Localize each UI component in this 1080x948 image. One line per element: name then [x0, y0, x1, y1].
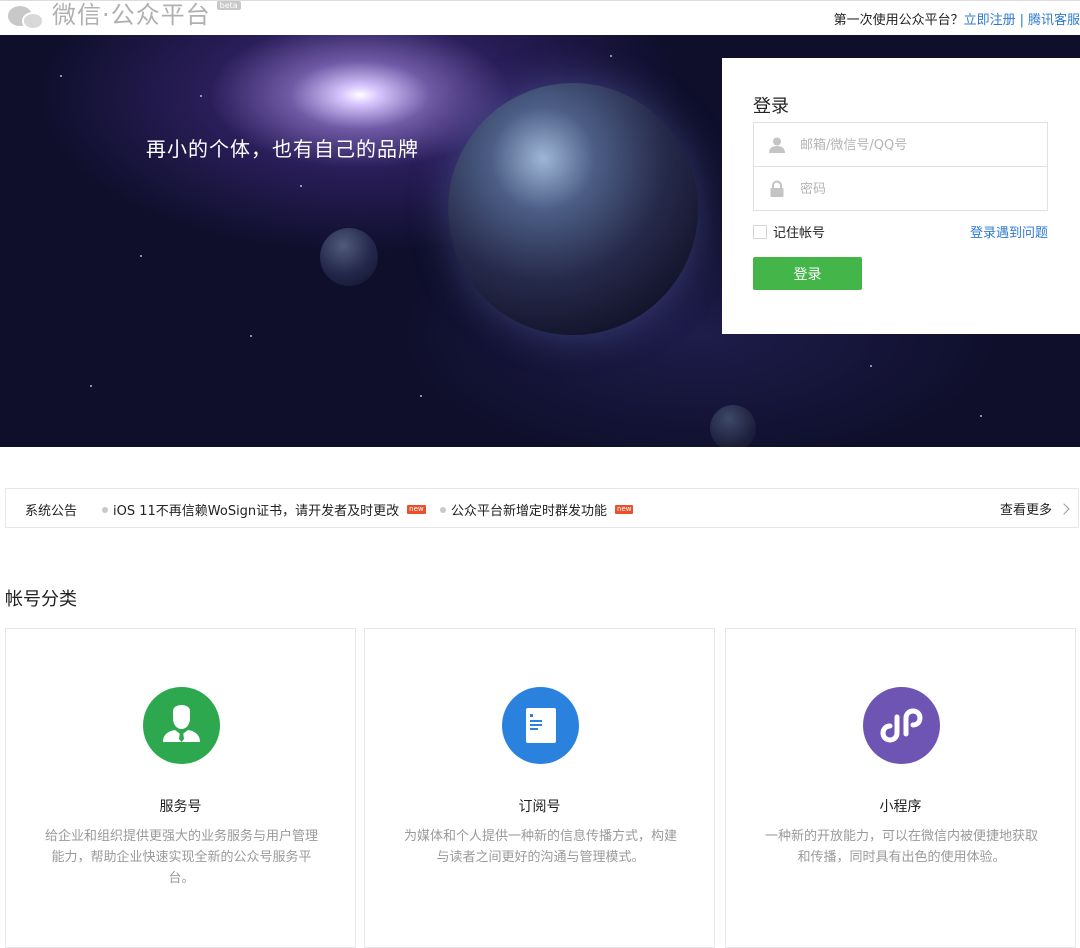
card-title: 小程序 [879, 799, 922, 815]
notice-item[interactable]: 公众平台新增定时群发功能 new [440, 500, 634, 519]
notice-label: 系统公告 [25, 504, 78, 519]
bullet-icon [102, 506, 108, 513]
notice-item[interactable]: iOS 11不再信赖WoSign证书，请开发者及时更改 new [102, 500, 426, 519]
beta-badge: beta [216, 1, 241, 10]
card-icon-circle [863, 687, 940, 764]
register-link[interactable]: 立即注册 [964, 13, 1016, 28]
planet-image [448, 83, 698, 335]
mini-program-icon [880, 708, 923, 743]
remember-account[interactable]: 记住帐号 [753, 222, 825, 241]
bullet-icon [440, 506, 446, 513]
account-field-row [754, 123, 1047, 167]
banner-slogan: 再小的个体，也有自己的品牌 [146, 137, 419, 161]
user-icon [769, 137, 785, 153]
new-badge: new [615, 505, 634, 514]
logo-title: 微信·公众平台 [52, 1, 211, 29]
link-separator: | [1019, 13, 1024, 28]
wechat-logo-icon [6, 0, 46, 30]
card-mini-program[interactable]: 小程序 一种新的开放能力，可以在微信内被便捷地获取和传播，同时具有出色的使用体验… [725, 628, 1076, 948]
card-icon-circle [143, 687, 220, 764]
document-icon [526, 708, 556, 743]
card-icon-circle [502, 687, 579, 764]
notice-item-text: 公众平台新增定时群发功能 [451, 504, 608, 519]
account-types-title: 帐号分类 [5, 589, 77, 610]
system-notice-bar: 系统公告 iOS 11不再信赖WoSign证书，请开发者及时更改 new 公众平… [5, 488, 1079, 528]
remember-checkbox[interactable] [753, 224, 767, 239]
card-description: 给企业和组织提供更强大的业务服务与用户管理能力，帮助企业快速实现全新的公众号服务… [44, 829, 318, 886]
first-time-text: 第一次使用公众平台？ [833, 13, 964, 28]
login-fields [753, 122, 1048, 211]
logo[interactable]: 微信·公众平台 beta [6, 0, 241, 30]
card-description: 为媒体和个人提供一种新的信息传播方式，构建与读者之间更好的沟通与管理模式。 [403, 829, 677, 865]
password-field-row [754, 167, 1047, 211]
small-planet-image [320, 228, 378, 286]
card-description: 一种新的开放能力，可以在微信内被便捷地获取和传播，同时具有出色的使用体验。 [764, 829, 1038, 865]
password-input[interactable] [800, 167, 1040, 211]
top-links: 第一次使用公众平台？立即注册 | 腾讯客服 [834, 9, 1080, 28]
account-input[interactable] [800, 123, 1040, 167]
card-title: 服务号 [159, 799, 202, 815]
notice-item-text: iOS 11不再信赖WoSign证书，请开发者及时更改 [113, 504, 400, 519]
tiny-planet-image [710, 405, 756, 447]
support-link[interactable]: 腾讯客服 [1028, 13, 1080, 28]
card-service-account[interactable]: 服务号 给企业和组织提供更强大的业务服务与用户管理能力，帮助企业快速实现全新的公… [5, 628, 356, 948]
remember-label: 记住帐号 [773, 226, 826, 241]
person-tie-icon [163, 705, 200, 742]
view-more-link[interactable]: 查看更多 [999, 499, 1070, 518]
card-title: 订阅号 [518, 799, 561, 815]
view-more-label: 查看更多 [999, 503, 1052, 518]
login-title: 登录 [753, 96, 789, 117]
new-badge: new [407, 505, 426, 514]
card-subscription-account[interactable]: 订阅号 为媒体和个人提供一种新的信息传播方式，构建与读者之间更好的沟通与管理模式… [364, 628, 715, 948]
lock-icon [770, 180, 784, 197]
login-problem-link[interactable]: 登录遇到问题 [970, 222, 1048, 241]
login-button[interactable]: 登录 [753, 257, 862, 290]
top-bar: 微信·公众平台 beta 第一次使用公众平台？立即注册 | 腾讯客服 [0, 0, 1080, 35]
chevron-right-icon [1058, 502, 1070, 515]
login-panel: 登录 记住帐号 登录遇到问题 登录 [722, 58, 1080, 334]
